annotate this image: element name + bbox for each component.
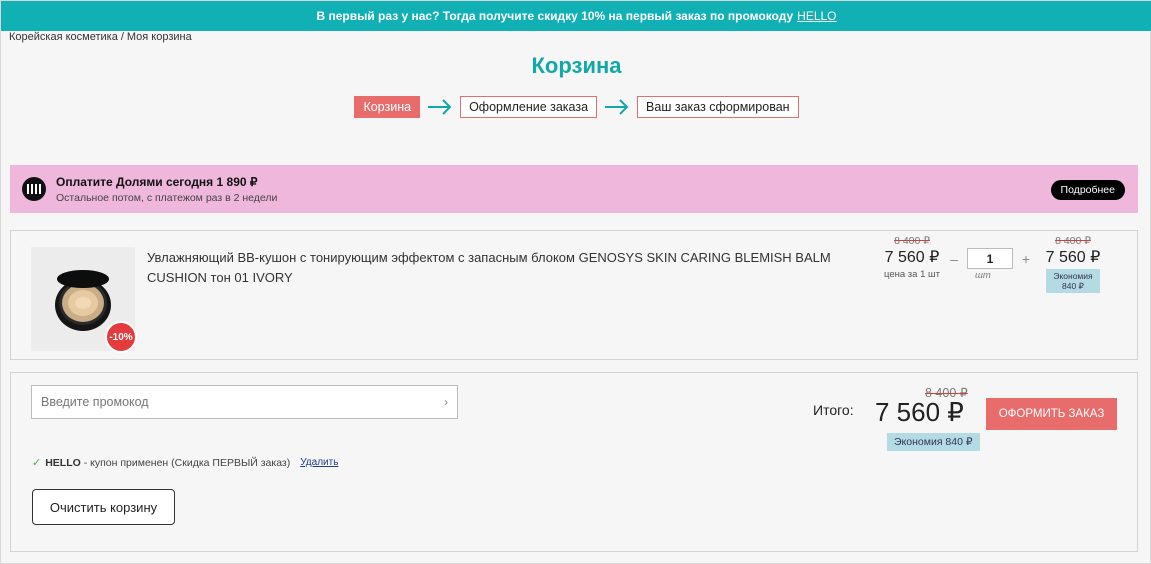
step-cart[interactable]: Корзина bbox=[354, 96, 421, 118]
arrow-right-icon bbox=[603, 97, 631, 117]
checkout-button[interactable]: ОФОРМИТЬ ЗАКАЗ bbox=[986, 398, 1117, 430]
promo-remove-link[interactable]: Удалить bbox=[300, 457, 338, 468]
qty-decrease-button[interactable]: – bbox=[949, 251, 959, 267]
line-total: 7 560 ₽ bbox=[1045, 249, 1101, 266]
dolyami-title: Оплатите Долями сегодня 1 890 ₽ bbox=[56, 174, 258, 189]
quantity-stepper: – 1 + bbox=[949, 248, 1031, 269]
promo-applied-note: - купон применен (Скидка ПЕРВЫЙ заказ) bbox=[80, 456, 291, 469]
line-economy-badge: Экономия 840 ₽ bbox=[1046, 269, 1100, 293]
total-economy-badge: Экономия 840 ₽ bbox=[887, 433, 980, 451]
breadcrumb-item-cart: Моя корзина bbox=[126, 31, 192, 43]
unit-price-block: 8 400 ₽ 7 560 ₽ цена за 1 шт bbox=[879, 235, 945, 280]
total-price: 7 560 ₽ bbox=[875, 397, 964, 427]
page-title: Корзина bbox=[531, 53, 622, 78]
promo-applied-status: ✓ HELLO - купон применен (Скидка ПЕРВЫЙ … bbox=[32, 456, 338, 470]
cart-summary-panel: › ✓ HELLO - купон применен (Скидка ПЕРВЫ… bbox=[10, 372, 1138, 552]
step-order-complete[interactable]: Ваш заказ сформирован bbox=[637, 96, 799, 118]
promo-banner: В первый раз у нас? Тогда получите скидк… bbox=[1, 1, 1151, 31]
qty-caption: шт bbox=[975, 270, 991, 281]
dolyami-logo-icon bbox=[22, 177, 46, 201]
product-name[interactable]: Увлажняющий ВВ-кушон с тонирующим эффект… bbox=[147, 248, 837, 288]
dolyami-subtitle: Остальное потом, с платежом раз в 2 неде… bbox=[56, 191, 278, 204]
qty-input[interactable]: 1 bbox=[967, 248, 1013, 269]
promo-applied-text: HELLO - купон применен (Скидка ПЕРВЫЙ за… bbox=[45, 457, 290, 469]
promo-banner-text: В первый раз у нас? Тогда получите скидк… bbox=[316, 9, 794, 23]
checkout-steps: Корзина Оформление заказа Ваш заказ сфор… bbox=[1, 96, 1151, 118]
cushion-compact-icon bbox=[55, 270, 111, 331]
breadcrumb-item-home[interactable]: Корейская косметика bbox=[9, 31, 118, 43]
unit-price-caption: цена за 1 шт bbox=[884, 269, 940, 280]
product-image[interactable]: -10% bbox=[31, 247, 137, 353]
step-checkout[interactable]: Оформление заказа bbox=[460, 96, 598, 118]
line-total-block: 8 400 ₽ 7 560 ₽ Экономия 840 ₽ bbox=[1041, 235, 1105, 294]
unit-old-price: 8 400 ₽ bbox=[894, 235, 930, 247]
promo-field[interactable]: › bbox=[31, 385, 458, 419]
promo-applied-code: HELLO bbox=[45, 456, 81, 469]
arrow-right-icon bbox=[426, 97, 454, 117]
total-label: Итого: bbox=[813, 402, 854, 418]
promo-input[interactable] bbox=[41, 395, 421, 409]
discount-badge: -10% bbox=[105, 321, 137, 353]
line-old-total: 8 400 ₽ bbox=[1055, 235, 1091, 247]
qty-increase-button[interactable]: + bbox=[1021, 251, 1031, 267]
check-icon: ✓ bbox=[32, 457, 42, 469]
breadcrumb-separator: / bbox=[120, 31, 124, 43]
dolyami-more-button[interactable]: Подробнее bbox=[1050, 180, 1125, 200]
clear-cart-button[interactable]: Очистить корзину bbox=[32, 489, 175, 525]
breadcrumb: Корейская косметика / Моя корзина bbox=[9, 31, 192, 43]
chevron-right-icon[interactable]: › bbox=[444, 395, 448, 409]
unit-price: 7 560 ₽ bbox=[884, 249, 940, 266]
dolyami-banner: Оплатите Долями сегодня 1 890 ₽ Остально… bbox=[10, 165, 1138, 213]
cart-item: -10% Увлажняющий ВВ-кушон с тонирующим э… bbox=[10, 230, 1138, 360]
promo-banner-code[interactable]: HELLO bbox=[797, 9, 836, 23]
